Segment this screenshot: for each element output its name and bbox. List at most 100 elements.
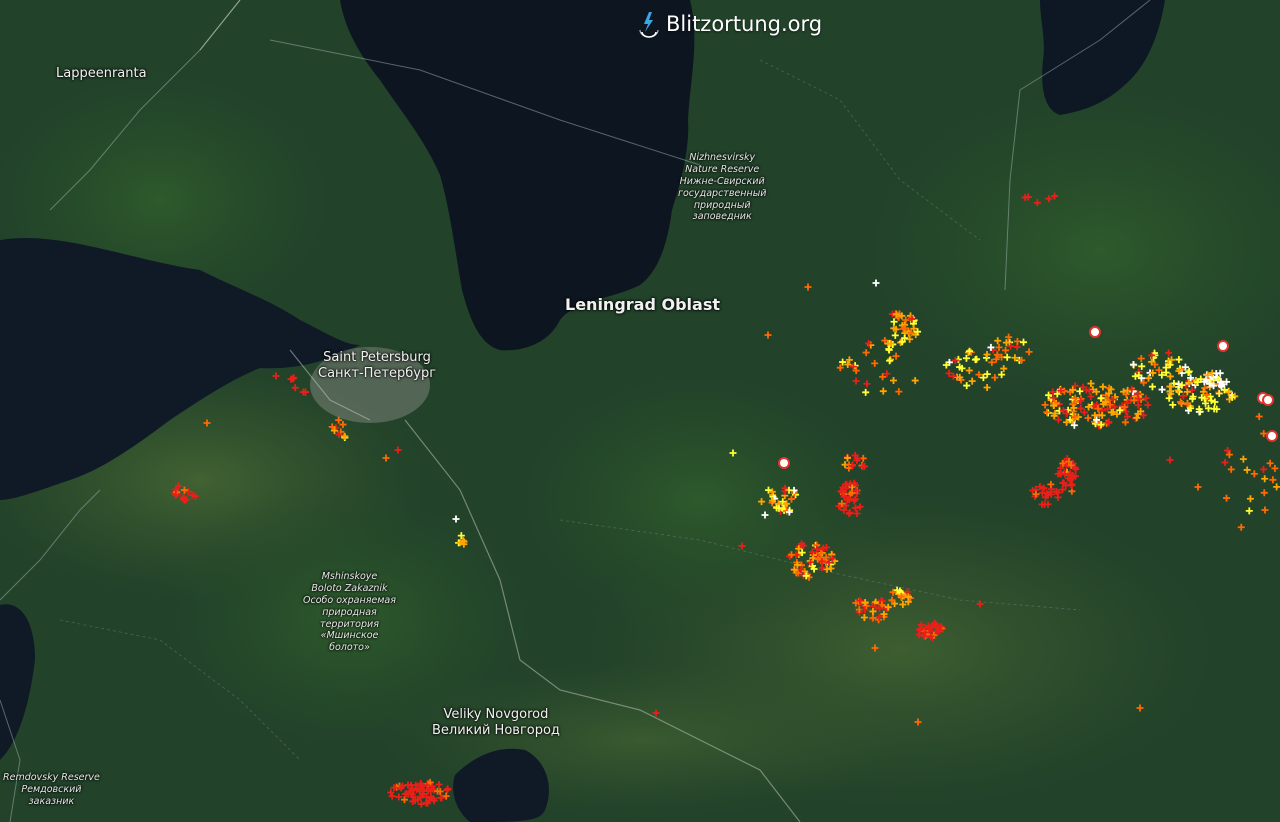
- lightning-strike-marker: [764, 331, 772, 339]
- lightning-strike-marker: [1099, 383, 1107, 391]
- lightning-strike-marker: [1137, 354, 1145, 362]
- lightning-strike-marker: [272, 372, 280, 380]
- lightning-strike-marker: [889, 376, 897, 384]
- brand-name: Blitzortung.org: [666, 12, 823, 36]
- lightning-strike-marker: [1136, 704, 1144, 712]
- lightning-strike-marker: [203, 419, 211, 427]
- lightning-strike-marker: [1266, 459, 1274, 467]
- lightning-strike-marker: [1261, 475, 1269, 483]
- lightning-strike-marker: [394, 446, 402, 454]
- detector-station-icon[interactable]: [1089, 326, 1101, 338]
- lightning-strike-marker: [1223, 494, 1231, 502]
- lightning-strike-marker: [729, 449, 737, 457]
- lightning-strike-marker: [983, 384, 991, 392]
- lightning-strike-marker: [1002, 346, 1010, 354]
- lightning-strike-marker: [1019, 338, 1027, 346]
- lightning-strike-marker: [1260, 489, 1268, 497]
- reserve-line: Нижне-Свирский: [679, 175, 765, 187]
- lightning-strike-marker: [1041, 401, 1049, 409]
- lightning-strike-marker: [1080, 408, 1088, 416]
- lightning-strike-marker: [860, 614, 868, 622]
- detector-station-icon[interactable]: [1262, 394, 1274, 406]
- lightning-strike-marker: [823, 565, 831, 573]
- lightning-strike-marker: [983, 370, 991, 378]
- place-label-veliky-novgorod: Veliky Novgorod Великий Новгород: [432, 707, 560, 740]
- lightning-strike-marker: [758, 498, 766, 506]
- lightning-strike-marker: [1261, 506, 1269, 514]
- lightning-strike-marker: [1087, 380, 1095, 388]
- lightning-strike-marker: [892, 352, 900, 360]
- lightning-strike-marker: [906, 335, 914, 343]
- reserve-line: Nature Reserve: [685, 163, 760, 175]
- lightning-strike-marker: [879, 387, 887, 395]
- lightning-strike-marker: [852, 377, 860, 385]
- lightning-strike-marker: [1243, 466, 1251, 474]
- lightning-strike-marker: [1259, 465, 1267, 473]
- brand-logo[interactable]: Blitzortung.org: [638, 10, 822, 38]
- lightning-strike-marker: [895, 388, 903, 396]
- reserve-line: Remdovsky Reserve: [3, 772, 100, 783]
- lightning-strike-marker: [1043, 408, 1051, 416]
- lightning-strike-marker: [1084, 414, 1092, 422]
- lightning-strike-marker: [862, 349, 870, 357]
- reserve-line: природная: [322, 606, 377, 618]
- lightning-strike-marker: [388, 792, 396, 800]
- lightning-strike-marker: [185, 488, 193, 496]
- place-label-lappeenranta: Lappeenranta: [56, 66, 147, 81]
- lightning-strike-marker: [1000, 365, 1008, 373]
- lightning-strike-marker: [902, 316, 910, 324]
- lightning-strike-marker: [1201, 384, 1209, 392]
- lightning-strike-marker: [973, 355, 981, 363]
- lightning-strike-marker: [761, 511, 769, 519]
- reserve-line: Особо охраняемая: [303, 594, 396, 606]
- lightning-strike-marker: [1148, 383, 1156, 391]
- lightning-strike-marker: [890, 318, 898, 326]
- lightning-strike-marker: [862, 388, 870, 396]
- lightning-strike-marker: [1246, 495, 1254, 503]
- lightning-strike-marker: [291, 384, 299, 392]
- lightning-strike-marker: [1025, 348, 1033, 356]
- reserve-line: Nizhnesvirsky: [689, 152, 756, 163]
- lightning-strike-marker: [886, 357, 894, 365]
- lightning-strike-marker: [965, 366, 973, 374]
- lightning-strike-marker: [339, 421, 347, 429]
- lightning-strike-marker: [1033, 199, 1041, 207]
- detector-station-icon[interactable]: [778, 457, 790, 469]
- lightning-strike-marker: [1166, 372, 1174, 380]
- lightning-strike-marker: [1221, 459, 1229, 467]
- place-label-spb-ru: Санкт-Петербург: [318, 366, 437, 382]
- lightning-strike-marker: [1133, 414, 1141, 422]
- place-label-spb-en: Saint Petersburg: [323, 350, 431, 365]
- lightning-strike-marker: [804, 283, 812, 291]
- lightning-strike-marker: [335, 416, 343, 424]
- lightning-bolt-icon: [639, 12, 659, 38]
- reserve-line: территория: [320, 618, 379, 630]
- reserve-line: государственный: [678, 187, 767, 199]
- lightning-strike-marker: [1129, 361, 1137, 369]
- map-view[interactable]: Blitzortung.org Lappeenranta Saint Peter…: [0, 0, 1280, 822]
- lightning-strike-marker: [1269, 476, 1277, 484]
- lightning-strike-marker: [911, 377, 919, 385]
- lightning-strike-marker: [991, 374, 999, 382]
- detector-station-icon[interactable]: [1266, 430, 1278, 442]
- lightning-strike-marker: [1215, 390, 1223, 398]
- place-label-novgorod-ru: Великий Новгород: [432, 723, 560, 739]
- lightning-strike-marker: [1166, 456, 1174, 464]
- lightning-strike-marker: [1087, 393, 1095, 401]
- reserve-line: заповедник: [692, 211, 752, 223]
- lightning-strike-marker: [976, 600, 984, 608]
- detector-station-icon[interactable]: [1217, 340, 1229, 352]
- lightning-strike-marker: [968, 377, 976, 385]
- lightning-strike-marker: [1124, 386, 1132, 394]
- lightning-strike-marker: [652, 709, 660, 717]
- lightning-strike-marker: [1003, 353, 1011, 361]
- reserve-line: болото»: [329, 642, 370, 654]
- lightning-strike-marker: [1194, 483, 1202, 491]
- lightning-strike-marker: [818, 564, 826, 572]
- lightning-strike-marker: [1250, 470, 1258, 478]
- lightning-strike-marker: [1144, 401, 1152, 409]
- reserve-label-remdovsky: Remdovsky Reserve Ремдовский заказник: [3, 772, 100, 808]
- lightning-strike-marker: [1142, 394, 1150, 402]
- lightning-strike-marker: [1237, 523, 1245, 531]
- lightning-strike-marker: [452, 515, 460, 523]
